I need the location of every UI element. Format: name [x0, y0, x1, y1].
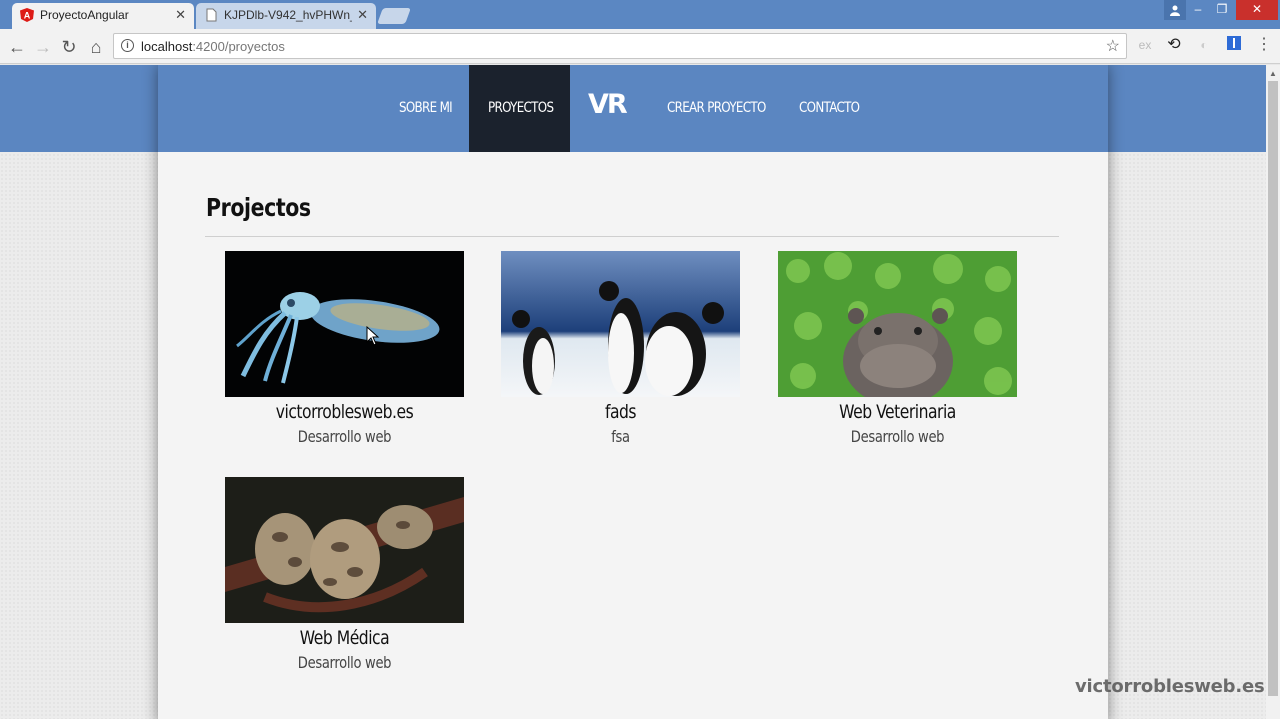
project-category: Desarrollo web	[297, 653, 392, 672]
project-image-hippo[interactable]	[778, 251, 1017, 397]
info-icon[interactable]: i	[121, 39, 134, 52]
project-category: Desarrollo web	[297, 427, 392, 446]
project-card[interactable]: Web Médica Desarrollo web	[225, 477, 464, 672]
user-icon[interactable]	[1164, 0, 1186, 20]
minimize-icon[interactable]: –	[1188, 0, 1208, 20]
address-bar[interactable]: i localhost:4200/proyectos ☆	[113, 33, 1127, 59]
scroll-thumb[interactable]	[1268, 81, 1278, 696]
main-nav: SOBRE MI PROYECTOS VR CREAR PROYECTO CON…	[158, 65, 1108, 152]
project-category: fsa	[611, 427, 630, 446]
new-tab-button[interactable]	[377, 8, 411, 24]
svg-text:A: A	[24, 11, 31, 21]
home-icon[interactable]: ⌂	[85, 36, 107, 58]
menu-icon[interactable]: ⋮	[1255, 36, 1273, 54]
scroll-up-icon[interactable]: ▲	[1269, 69, 1277, 78]
mouse-cursor-icon	[366, 326, 380, 346]
nav-sobre-mi[interactable]: SOBRE MI	[399, 65, 453, 152]
nav-contacto[interactable]: CONTACTO	[799, 65, 860, 152]
project-image-penguins[interactable]	[501, 251, 740, 397]
project-card[interactable]: fads fsa	[501, 251, 740, 446]
project-image-squid[interactable]	[225, 251, 464, 397]
project-category: Desarrollo web	[850, 427, 945, 446]
tab-label: ProyectoAngular	[40, 8, 129, 22]
browser-titlebar: A ProyectoAngular ✕ KJPDlb-V942_hvPHWn_S…	[0, 0, 1280, 29]
url-path: :4200/proyectos	[192, 39, 285, 54]
tab-video[interactable]: KJPDlb-V942_hvPHWn_S ✕	[196, 3, 376, 29]
extension-sync-icon[interactable]: ⟲	[1165, 36, 1183, 54]
project-name[interactable]: fads	[523, 401, 719, 423]
divider	[205, 236, 1059, 237]
back-icon[interactable]: ←	[6, 36, 28, 58]
project-name[interactable]: Web Médica	[247, 627, 443, 649]
page-scrollbar[interactable]: ▲	[1266, 65, 1280, 719]
restore-icon[interactable]: ❐	[1212, 0, 1232, 20]
project-name[interactable]: victorroblesweb.es	[247, 401, 443, 423]
bookmark-star-icon[interactable]: ☆	[1106, 36, 1120, 56]
nav-proyectos[interactable]: PROYECTOS	[488, 65, 554, 152]
forward-icon[interactable]: →	[32, 36, 54, 58]
extension-leaf-icon[interactable]: ◐	[1195, 36, 1213, 54]
project-name[interactable]: Web Veterinaria	[800, 401, 996, 423]
extension-ex-icon[interactable]: ex	[1136, 36, 1154, 54]
project-card[interactable]: victorroblesweb.es Desarrollo web	[225, 251, 464, 446]
project-card[interactable]: Web Veterinaria Desarrollo web	[778, 251, 1017, 446]
browser-toolbar: ← → ↻ ⌂ i localhost:4200/proyectos ☆	[0, 29, 1280, 64]
logo[interactable]: VR	[588, 89, 628, 120]
page-title: Projectos	[206, 193, 311, 222]
document-icon	[206, 8, 217, 22]
watermark: victorroblesweb.es	[1075, 676, 1265, 697]
project-image-snake[interactable]	[225, 477, 464, 623]
main-container: SOBRE MI PROYECTOS VR CREAR PROYECTO CON…	[158, 65, 1108, 719]
extension-flag-icon[interactable]	[1225, 36, 1243, 54]
tab-label: KJPDlb-V942_hvPHWn_S	[224, 8, 352, 22]
close-window-icon[interactable]: ✕	[1236, 0, 1278, 20]
close-icon[interactable]: ✕	[175, 3, 186, 27]
angular-icon: A	[20, 8, 34, 22]
tab-proyecto-angular[interactable]: A ProyectoAngular ✕	[12, 3, 194, 29]
page-viewport: SOBRE MI PROYECTOS VR CREAR PROYECTO CON…	[0, 65, 1266, 719]
url-host: localhost	[141, 39, 193, 54]
reload-icon[interactable]: ↻	[58, 36, 80, 58]
close-icon[interactable]: ✕	[357, 3, 368, 27]
nav-crear-proyecto[interactable]: CREAR PROYECTO	[667, 65, 766, 152]
url-text: localhost:4200/proyectos	[141, 39, 285, 54]
